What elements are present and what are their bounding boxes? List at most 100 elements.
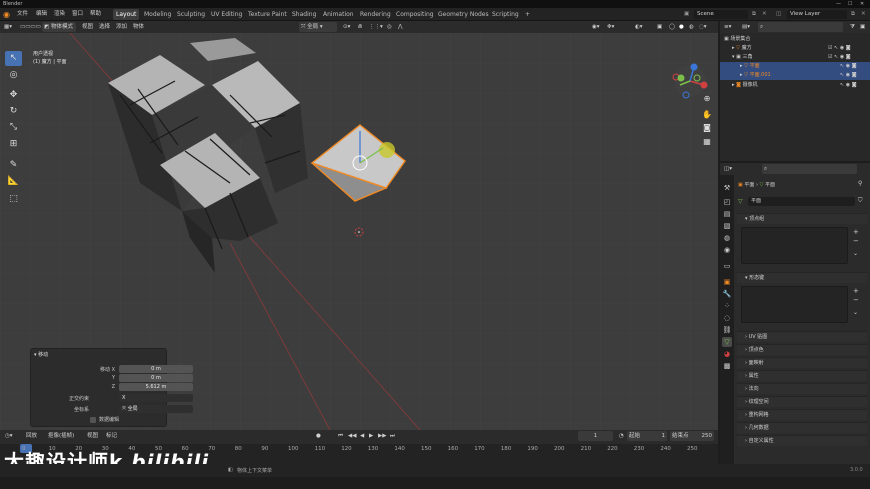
snap-icon[interactable]: ⋒: [356, 22, 365, 32]
overlay-icon[interactable]: ◐▾: [633, 22, 645, 32]
prev-key-icon[interactable]: ◀◀: [346, 431, 358, 441]
tab-texture-paint[interactable]: Texture Paint: [245, 9, 290, 20]
panel-face-maps[interactable]: › 面映射: [737, 357, 867, 368]
orientation-field[interactable]: ⤧ 全局: [119, 405, 193, 413]
blender-logo-icon[interactable]: ◉: [3, 8, 10, 21]
expand-icon[interactable]: ▾: [732, 54, 735, 60]
copy-icon[interactable]: ⧉: [752, 8, 756, 21]
tab-shading[interactable]: Shading: [289, 9, 319, 20]
outliner-editor-icon[interactable]: ≡▾: [722, 22, 733, 32]
collection-tab-icon[interactable]: ▭: [722, 261, 732, 271]
select-mode-icons[interactable]: ▭▭▭▭: [18, 22, 43, 32]
transform-icon[interactable]: ⊞: [5, 137, 22, 152]
rotate-icon[interactable]: ↻: [5, 104, 22, 119]
scene-tab-icon[interactable]: ◍: [722, 233, 732, 243]
data-edit-checkbox[interactable]: [90, 417, 96, 423]
output-tab-icon[interactable]: ▤: [722, 209, 732, 219]
filter-icon[interactable]: ⧩: [848, 22, 857, 32]
render-tab-icon[interactable]: ◰: [722, 197, 732, 207]
outliner-row-plane[interactable]: ▸ ▽ 平面 ↖ ◉ ◙: [720, 62, 870, 71]
tab-compositing[interactable]: Compositing: [393, 9, 437, 20]
material-tab-icon[interactable]: ◕: [722, 349, 732, 359]
mesh-data-name[interactable]: 平面: [748, 197, 855, 206]
shading-material-icon[interactable]: ◍: [687, 22, 696, 32]
shading-render-icon[interactable]: ◌▾: [697, 22, 709, 32]
panel-shape-keys[interactable]: ▾ 形态键: [737, 272, 867, 283]
panel-attributes[interactable]: › 属性: [737, 370, 867, 381]
vertex-group-menu-icon[interactable]: ⌄: [853, 250, 858, 257]
close-icon[interactable]: ✕: [860, 0, 864, 8]
outliner-row-plane-001[interactable]: ▸ ▽ 平面.001 ↖ ◉ ◙: [720, 71, 870, 80]
add-cube-icon[interactable]: ⬚: [5, 192, 22, 207]
maximize-icon[interactable]: ☐: [848, 0, 852, 8]
play-reverse-icon[interactable]: ◀: [358, 431, 366, 441]
panel-remesh[interactable]: › 重构网格: [737, 409, 867, 420]
jump-end-icon[interactable]: ⏭: [388, 431, 397, 441]
current-frame-field[interactable]: 1: [578, 431, 613, 441]
panel-normals[interactable]: › 法向: [737, 383, 867, 394]
tab-sculpting[interactable]: Sculpting: [174, 9, 208, 20]
properties-search[interactable]: ⌕: [762, 164, 857, 174]
fake-user-icon[interactable]: ⛉: [858, 197, 863, 205]
panel-vertex-colors[interactable]: › 顶点色: [737, 344, 867, 355]
tab-geometry-nodes[interactable]: Geometry Nodes: [435, 9, 492, 20]
tab-scripting[interactable]: Scripting: [489, 9, 522, 20]
panel-geometry-data[interactable]: › 几何数据: [737, 422, 867, 433]
row-toggles-icon[interactable]: ↖ ◉ ◙: [840, 71, 857, 80]
tab-layout[interactable]: Layout: [113, 9, 140, 20]
row-toggles-icon[interactable]: ↖ ◉ ◙: [840, 62, 857, 71]
add-vertex-group-icon[interactable]: +: [853, 228, 859, 236]
properties-editor-icon[interactable]: ◫▾: [722, 164, 734, 174]
object-tab-icon[interactable]: ▣: [722, 277, 732, 287]
panel-vertex-groups[interactable]: ▾ 顶点组: [737, 213, 867, 224]
outliner-row-cube[interactable]: ▸ ▽ 魔方 ☑ ↖ ◉ ◙: [720, 44, 870, 53]
menu-window[interactable]: 窗口: [72, 8, 83, 21]
menu-marker[interactable]: 标记: [104, 431, 119, 441]
tab-modeling[interactable]: Modeling: [141, 9, 174, 20]
menu-add[interactable]: 添加: [114, 22, 129, 32]
record-icon[interactable]: ●: [314, 431, 323, 441]
pin-icon[interactable]: ⚲: [858, 180, 862, 187]
scene-selector[interactable]: Scene: [694, 10, 748, 19]
physics-tab-icon[interactable]: ◌: [722, 313, 732, 323]
constraint-field[interactable]: X: [119, 394, 193, 402]
shape-key-menu-icon[interactable]: ⌄: [853, 309, 858, 316]
tool-tab-icon[interactable]: ⚒: [722, 183, 732, 193]
expand-icon[interactable]: ▸: [740, 72, 743, 78]
shape-key-list[interactable]: [741, 286, 848, 323]
move-icon[interactable]: ✥: [5, 88, 22, 103]
row-toggles-icon[interactable]: ☑ ↖ ◉ ◙: [828, 44, 851, 53]
new-collection-icon[interactable]: ▣: [858, 22, 867, 32]
remove-shape-key-icon[interactable]: −: [853, 296, 859, 304]
operator-panel-title[interactable]: ▾ 移动: [34, 351, 48, 358]
tab-animation[interactable]: Animation: [320, 9, 357, 20]
mode-selector[interactable]: ◩ 物体模式: [42, 22, 76, 32]
outliner-row-camera[interactable]: ▸ ◙ 摄像机 ↖ ◉ ◙: [720, 81, 870, 90]
outliner-row-scene-collection[interactable]: ▣ 场景集合: [720, 35, 870, 44]
shading-solid-icon[interactable]: ●: [677, 22, 686, 32]
end-frame-field[interactable]: 结束点 250: [670, 431, 714, 441]
display-mode-icon[interactable]: ▤▾: [740, 22, 752, 32]
proportional-edit-icon[interactable]: ◎: [385, 22, 394, 32]
shading-wire-icon[interactable]: ◯: [667, 22, 677, 32]
expand-icon[interactable]: ▸: [732, 82, 735, 88]
row-toggles-icon[interactable]: ↖ ◉ ◙: [840, 81, 857, 90]
next-key-icon[interactable]: ▶▶: [376, 431, 388, 441]
scale-icon[interactable]: ⤡: [5, 120, 22, 135]
editor-type-icon[interactable]: ▦▾: [2, 22, 14, 32]
move-x-field[interactable]: 0 m: [119, 365, 193, 373]
panel-custom-properties[interactable]: › 自定义属性: [737, 435, 867, 446]
play-icon[interactable]: ▶: [367, 431, 375, 441]
data-tab-icon[interactable]: ▽: [722, 337, 732, 347]
cursor-icon[interactable]: ◎: [5, 68, 22, 83]
expand-icon[interactable]: ▸: [732, 45, 735, 51]
falloff-icon[interactable]: ⋀: [396, 22, 405, 32]
menu-edit[interactable]: 编辑: [36, 8, 47, 21]
menu-keying[interactable]: 抠像(插帧): [46, 431, 76, 441]
expand-icon[interactable]: ▸: [740, 63, 743, 69]
tab-rendering[interactable]: Rendering: [357, 9, 394, 20]
minimize-icon[interactable]: —: [836, 0, 841, 8]
menu-file[interactable]: 文件: [17, 8, 28, 21]
menu-view[interactable]: 视图: [80, 22, 95, 32]
view-layer-selector[interactable]: View Layer: [787, 10, 847, 19]
